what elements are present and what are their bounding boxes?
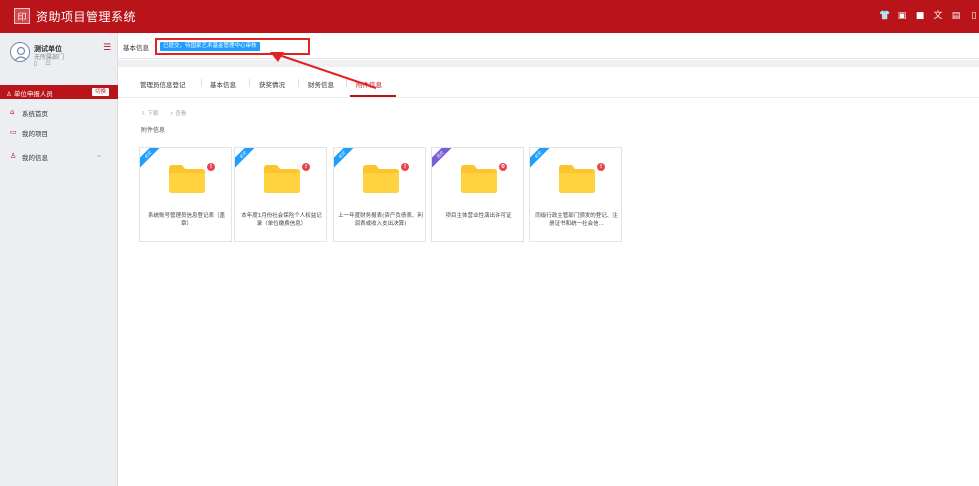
user-icon: ♙ — [10, 152, 17, 160]
header-divider — [118, 60, 979, 67]
sidebar: 测试单位 无所属部门 ☰ ▯ ☷ ♙ 单位申报人员 切换 ⌂ 系统首页 ▭ 我的… — [0, 33, 118, 486]
count-badge: 0 — [499, 163, 507, 171]
list-icon[interactable]: ☷ — [45, 60, 50, 67]
archive-icon[interactable]: ▣ — [897, 11, 907, 21]
sidebar-item-my-info[interactable]: ♙ 我的信息 ⌄ — [0, 149, 118, 163]
tab-basic-info[interactable]: 基本信息 — [210, 79, 236, 89]
tab-separator — [249, 79, 250, 87]
role-text: 单位申报人员 — [13, 90, 53, 98]
attachment-name: 上一年度财务报表(资产负债表、利润表或收入支出决算) — [338, 213, 423, 227]
required-ribbon: 必交 — [140, 148, 165, 172]
required-ribbon: 必交 — [530, 148, 555, 172]
count-badge: ! — [302, 163, 310, 171]
status-badge: 已提交，待国家艺术基金管理中心审核 — [160, 42, 260, 51]
chevron-down-icon: ⌄ — [96, 151, 102, 159]
role-bar: ♙ 单位申报人员 切换 — [0, 85, 118, 99]
download-button[interactable]: ⇩ 下载 — [141, 109, 158, 118]
sidebar-item-home[interactable]: ⌂ 系统首页 — [0, 105, 118, 119]
folder-icon — [363, 165, 399, 193]
annotation-arrow — [270, 52, 377, 89]
tab-divider — [118, 97, 979, 98]
top-bar: 印 资助项目管理系统 👕 ▣ ■ 文 ▤ ▯ — [0, 0, 979, 33]
attachment-name: 本年度1月份社会保险个人权益记录（单位缴费信息） — [241, 213, 322, 227]
profile-mini-icons: ▯ ☷ — [34, 60, 51, 67]
required-ribbon: 必交 — [334, 148, 359, 172]
download-label: 下载 — [147, 111, 159, 117]
home-icon: ⌂ — [10, 108, 15, 116]
attachment-card[interactable]: 必交 ! 上一年度财务报表(资产负债表、利润表或收入支出决算) — [333, 147, 426, 242]
folder-icon: ▭ — [10, 128, 17, 136]
top-icon-group: 👕 ▣ ■ 文 ▤ ▯ — [879, 11, 979, 21]
message-icon[interactable]: ■ — [915, 11, 925, 21]
translate-icon[interactable]: ▤ — [951, 11, 961, 21]
section-title: 附件信息 — [141, 127, 166, 134]
count-badge: ! — [207, 163, 215, 171]
view-button[interactable]: ⌕ 查看 — [170, 109, 186, 118]
font-icon[interactable]: 文 — [933, 11, 943, 21]
optional-ribbon: 选交 — [432, 148, 457, 172]
attachment-name: 项目主体营业性演出许可证 — [445, 213, 512, 219]
menu-collapse-icon[interactable]: ☰ — [103, 43, 111, 53]
attachment-card[interactable]: 选交 0 项目主体营业性演出许可证 — [431, 147, 524, 242]
avatar[interactable] — [10, 42, 30, 62]
attachment-name: 同级行政主管部门颁发的登记、注册证书和统一社会信... — [535, 213, 618, 227]
tab-bar: 管理员信息登记 基本信息 获奖情况 财务信息 附件信息 — [118, 67, 979, 98]
tab-admin-registration[interactable]: 管理员信息登记 — [140, 79, 186, 89]
tab-separator — [201, 79, 202, 87]
attachment-toolbar: ⇩ 下载 ⌕ 查看 — [141, 109, 186, 118]
count-badge: ! — [597, 163, 605, 171]
attachment-card[interactable]: 必交 ! 本年度1月份社会保险个人权益记录（单位缴费信息） — [234, 147, 327, 242]
folder-icon — [559, 165, 595, 193]
required-ribbon: 必交 — [235, 148, 260, 172]
folder-icon — [461, 165, 497, 193]
app-title: 资助项目管理系统 — [36, 10, 137, 24]
more-icon[interactable]: ▯ — [969, 11, 979, 21]
sidebar-item-label: 我的信息 — [22, 154, 48, 162]
switch-role-button[interactable]: 切换 — [92, 88, 110, 96]
attachment-name: 系统账号管理员信息登记表（盖章） — [147, 213, 225, 227]
content-header: 基本信息 已提交，待国家艺术基金管理中心审核 — [118, 33, 979, 59]
attachment-card[interactable]: 必交 ! 同级行政主管部门颁发的登记、注册证书和统一社会信... — [529, 147, 622, 242]
shirt-icon[interactable]: 👕 — [879, 11, 890, 21]
attachment-card[interactable]: 必交 ! 系统账号管理员信息登记表（盖章） — [139, 147, 232, 242]
count-badge: ! — [401, 163, 409, 171]
phone-icon[interactable]: ▯ — [34, 60, 37, 67]
view-label: 查看 — [175, 111, 187, 117]
breadcrumb[interactable]: 基本信息 — [123, 42, 149, 52]
sidebar-item-label: 系统首页 — [22, 110, 48, 118]
folder-icon — [264, 165, 300, 193]
sidebar-item-label: 我的项目 — [22, 130, 48, 138]
role-label: ♙ 单位申报人员 — [6, 90, 53, 98]
sidebar-item-my-projects[interactable]: ▭ 我的项目 — [0, 125, 118, 139]
folder-icon — [169, 165, 205, 193]
seal-logo-icon: 印 — [14, 8, 30, 24]
